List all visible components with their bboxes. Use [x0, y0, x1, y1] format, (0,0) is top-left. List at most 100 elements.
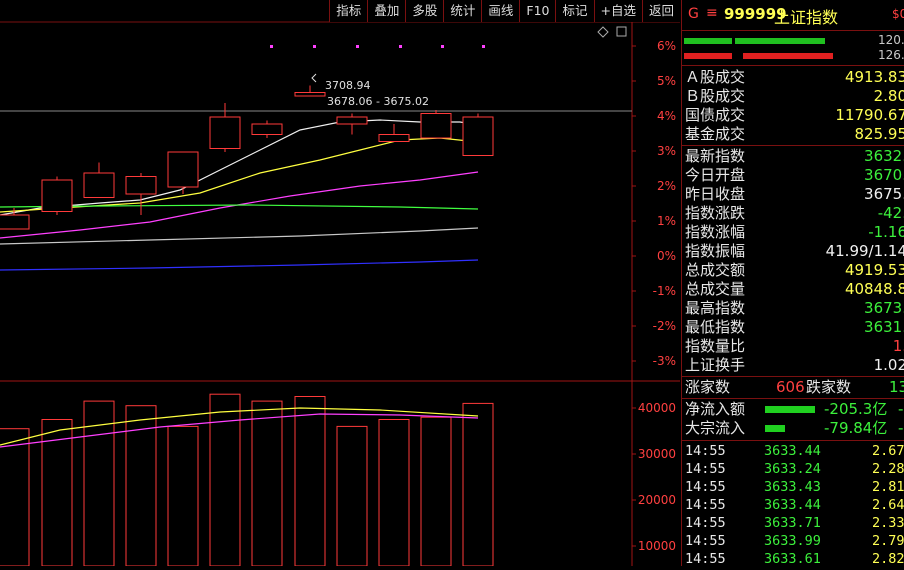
stat-value: 4919.53 [845, 261, 904, 280]
stat-value: -1.16 [868, 223, 904, 242]
candle-body[interactable] [210, 117, 240, 149]
stat-value: 3673. [864, 299, 904, 318]
candle-body[interactable] [84, 173, 114, 198]
price-axis-label: -2% [653, 319, 676, 333]
toolbar-button[interactable]: 统计 [443, 0, 481, 22]
kline-chart-area[interactable]: 6%5%4%3%2%1%0%-1%-2%-3%3708.943678.06 - … [0, 0, 680, 566]
high-annotation: 3708.94 [325, 79, 371, 92]
stat-label: 指数量比 [685, 337, 745, 356]
info-label: 基金成交 [685, 125, 745, 144]
panel-header: G ≡ 999999 上证指数 $0 [682, 0, 904, 30]
volume-bar[interactable] [337, 426, 367, 566]
down-count-label: 跌家数 [806, 378, 851, 397]
stat-row: 最高指数3673. [682, 299, 904, 318]
stat-label: 最低指数 [685, 318, 745, 337]
stat-value: -42. [878, 204, 904, 223]
volume-bar[interactable] [379, 420, 409, 567]
tick-time: 14:55 [685, 478, 726, 496]
flow-bar [765, 425, 785, 432]
candle-body[interactable] [379, 135, 409, 142]
info-row: 基金成交825.95 [682, 125, 904, 144]
stat-value: 1. [893, 337, 904, 356]
candle-body[interactable] [126, 177, 156, 195]
info-value: 2.80 [874, 87, 904, 106]
diamond-icon[interactable] [598, 27, 608, 37]
stat-row: 今日开盘3670. [682, 166, 904, 185]
candle-body[interactable] [0, 215, 29, 229]
tick-price: 3633.24 [764, 460, 821, 478]
quote-panel: G ≡ 999999 上证指数 $0 120. 126. Ａ股成交4913.83… [681, 0, 904, 566]
signal-dot [482, 45, 485, 48]
menu-icon[interactable]: ≡ [706, 5, 718, 21]
price-axis-label: -1% [653, 284, 676, 298]
tick-row: 14:55 3633.71 2.33 [682, 514, 904, 532]
tick-time: 14:55 [685, 442, 726, 460]
stat-row: 总成交量40848.8 [682, 280, 904, 299]
volume-bar[interactable] [295, 397, 325, 567]
up-count-value: 606 [776, 378, 805, 397]
info-label: 国债成交 [685, 106, 745, 125]
candle-body[interactable] [168, 152, 198, 187]
bar-bottom-value: 126. [878, 48, 904, 62]
divider [682, 398, 904, 399]
stat-row: 昨日收盘3675. [682, 185, 904, 204]
stat-value: 3631. [864, 318, 904, 337]
maximize-icon[interactable] [617, 27, 626, 36]
stat-label: 上证换手 [685, 356, 745, 375]
tick-row: 14:553633.992.79 [682, 532, 904, 550]
tick-price: 3633.71 [764, 514, 821, 532]
volume-bar[interactable] [421, 417, 451, 566]
stat-row: 指数振幅 41.99/1.14 [682, 242, 904, 261]
tick-volume: 2.81 [872, 478, 904, 496]
candle-body[interactable] [421, 114, 451, 139]
candle-body[interactable] [42, 180, 72, 212]
candle-body[interactable] [252, 124, 282, 135]
volume-bar[interactable] [168, 426, 198, 566]
tick-volume: 2.79 [872, 532, 904, 550]
flow-bar [765, 406, 815, 413]
toolbar-button[interactable]: 标记 [555, 0, 593, 22]
stat-row: 指数量比 1. [682, 337, 904, 356]
bar-green-1 [684, 38, 732, 44]
tick-row: 14:553633.242.28 [682, 460, 904, 478]
breadth-row: 涨家数 606 跌家数 13 [682, 378, 904, 397]
info-value: 4913.83 [845, 68, 904, 87]
toolbar-button[interactable]: 画线 [481, 0, 519, 22]
stat-label: 指数涨跌 [685, 204, 745, 223]
candle-body[interactable] [337, 117, 367, 124]
volume-bar[interactable] [252, 401, 282, 566]
tick-row: 14:553633.432.81 [682, 478, 904, 496]
toolbar-button[interactable]: 指标 [329, 0, 367, 22]
volume-bar[interactable] [463, 403, 493, 566]
candle-body[interactable] [463, 117, 493, 156]
flow-row: 净流入额-205.3亿- [682, 400, 904, 419]
chart-toolbar: 指标叠加多股统计画线F10标记+自选返回 [329, 0, 680, 22]
info-label: Ｂ股成交 [685, 87, 745, 106]
tick-volume: 2.33 [872, 514, 904, 532]
tick-time: 14:55 [685, 496, 726, 514]
tick-price: 3633.44 [764, 442, 821, 460]
up-count-label: 涨家数 [685, 378, 730, 397]
tick-price: 3633.61 [764, 550, 821, 566]
tick-time: 14:55 [685, 514, 726, 532]
toolbar-button[interactable]: +自选 [594, 0, 642, 22]
stat-label: 指数振幅 [685, 242, 745, 261]
info-row: Ｂ股成交 2.80 [682, 87, 904, 106]
tick-time: 14:55 [685, 460, 726, 478]
kline-chart[interactable]: 6%5%4%3%2%1%0%-1%-2%-3%3708.943678.06 - … [0, 0, 680, 566]
divider [682, 376, 904, 377]
toolbar-button[interactable]: F10 [519, 0, 555, 22]
toolbar-button[interactable]: 多股 [405, 0, 443, 22]
toolbar-button[interactable]: 叠加 [367, 0, 405, 22]
volume-bar[interactable] [0, 429, 29, 566]
candle-body[interactable] [295, 93, 325, 97]
stat-label: 今日开盘 [685, 166, 745, 185]
g-badge[interactable]: G [688, 6, 699, 22]
stat-value: 41.99/1.14 [826, 242, 904, 261]
divider [682, 145, 904, 146]
toolbar-button[interactable]: 返回 [642, 0, 680, 22]
flow-row: 大宗流入-79.84亿- [682, 419, 904, 438]
moving-average-line [0, 260, 478, 270]
stat-label: 总成交量 [685, 280, 745, 299]
info-row: 国债成交11790.67 [682, 106, 904, 125]
